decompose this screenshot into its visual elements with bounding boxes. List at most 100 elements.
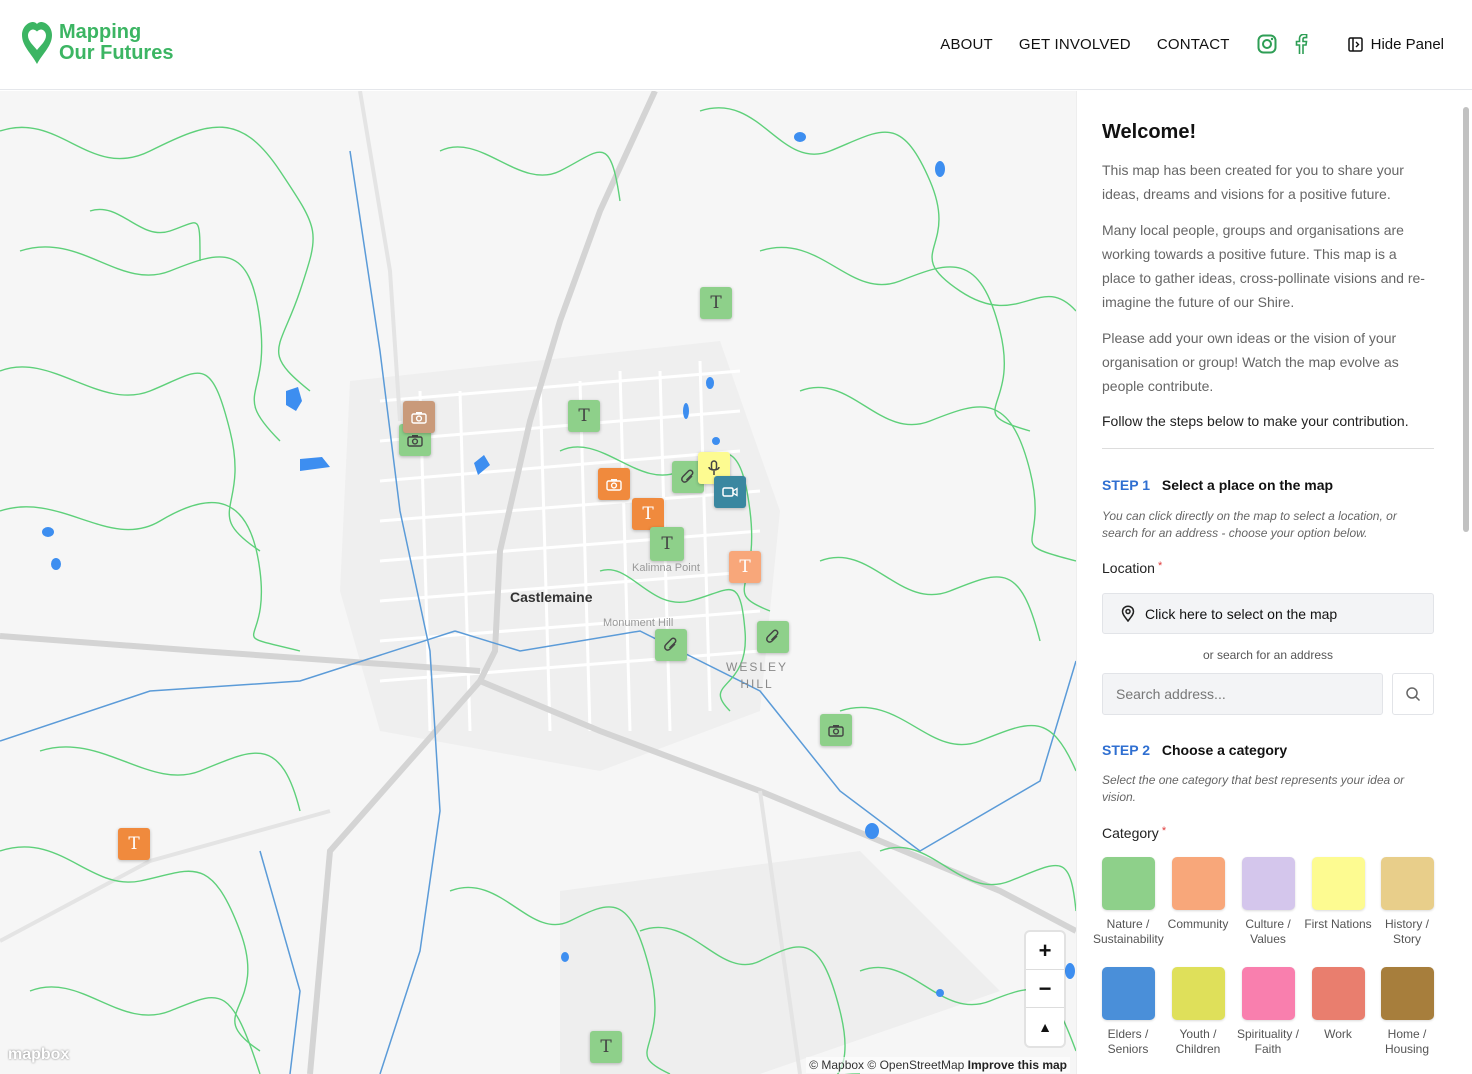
text-marker-icon: T <box>642 504 654 524</box>
map-marker-photo[interactable] <box>403 401 435 433</box>
map-place-label: Kalimna Point <box>632 562 700 574</box>
map-marker-text[interactable]: T <box>650 527 684 561</box>
logo[interactable]: Mapping Our Futures <box>20 20 173 66</box>
attribution-osm-link[interactable]: © OpenStreetMap <box>867 1058 964 1072</box>
category-swatch <box>1241 857 1295 910</box>
step2-hint: Select the one category that best repres… <box>1102 773 1405 804</box>
map-marker-photo[interactable] <box>598 468 630 500</box>
paperclip-icon <box>664 637 677 651</box>
category-first-nations[interactable]: First Nations <box>1303 857 1373 932</box>
map-marker-text[interactable]: T <box>590 1031 622 1063</box>
map-suburb-label: WESLEY HILL <box>726 659 788 693</box>
category-label-text: Youth / Children <box>1175 1027 1221 1056</box>
scrollbar-thumb[interactable] <box>1463 107 1469 532</box>
map-marker-attachment[interactable] <box>655 629 687 661</box>
step1-hint: You can click directly on the map to sel… <box>1102 509 1397 540</box>
category-history-story[interactable]: History / Story <box>1372 857 1442 947</box>
step1-number: STEP 1 <box>1102 477 1150 493</box>
category-swatch <box>1241 967 1295 1020</box>
intro-paragraph-3: Please add your own ideas or the vision … <box>1102 330 1399 394</box>
category-label-text: History / Story <box>1384 917 1429 946</box>
map-marker-text[interactable]: T <box>632 498 664 530</box>
category-youth-children[interactable]: Youth / Children <box>1163 967 1233 1057</box>
category-elders-seniors[interactable]: Elders / Seniors <box>1093 967 1163 1057</box>
text-marker-icon: T <box>710 293 722 313</box>
category-label-text: First Nations <box>1304 917 1372 931</box>
zoom-out-button[interactable]: − <box>1026 970 1064 1008</box>
app-name: Mapping Our Futures <box>59 22 173 64</box>
address-search-button[interactable] <box>1392 673 1434 715</box>
category-swatch <box>1101 857 1155 910</box>
heart-pin-logo-icon <box>22 22 52 64</box>
map-marker-text[interactable]: T <box>729 551 761 583</box>
mapbox-logo[interactable]: mapbox <box>8 1046 69 1064</box>
instagram-icon[interactable] <box>1256 33 1278 55</box>
map-marker-text[interactable]: T <box>118 828 150 860</box>
intro-paragraph-4: Follow the steps below to make your cont… <box>1102 413 1409 429</box>
hide-panel-button[interactable]: Hide Panel <box>1347 35 1444 53</box>
category-swatch <box>1171 857 1225 910</box>
map-attribution: © Mapbox © OpenStreetMap Improve this ma… <box>806 1057 1070 1073</box>
category-swatch <box>1101 967 1155 1020</box>
text-marker-icon: T <box>128 834 140 854</box>
panel-scrollbar[interactable] <box>1462 95 1470 1070</box>
paperclip-icon <box>681 469 694 483</box>
select-on-map-button[interactable]: Click here to select on the map <box>1102 593 1434 634</box>
map-marker-text[interactable]: T <box>700 287 732 319</box>
category-spirituality-faith[interactable]: Spirituality / Faith <box>1233 967 1303 1057</box>
category-nature-sustainability[interactable]: Nature / Sustainability <box>1093 857 1164 947</box>
video-icon <box>722 487 738 497</box>
side-panel: Welcome! This map has been created for y… <box>1076 91 1472 1074</box>
category-work[interactable]: Work <box>1303 967 1373 1042</box>
mapbox-logo-text: mapbox <box>8 1046 70 1063</box>
required-mark: * <box>1161 825 1167 837</box>
zoom-in-button[interactable]: + <box>1026 932 1064 970</box>
category-community[interactable]: Community <box>1163 857 1233 932</box>
category-culture-values[interactable]: Culture / Values <box>1233 857 1303 947</box>
step1-title: Select a place on the map <box>1161 477 1334 493</box>
intro-paragraph-1: This map has been created for you to sha… <box>1102 162 1404 202</box>
divider <box>1102 448 1434 449</box>
category-swatch <box>1380 857 1434 910</box>
address-search-input[interactable] <box>1102 673 1383 715</box>
map-place-label: Monument Hill <box>603 617 674 629</box>
panel-toggle-icon <box>1347 36 1363 52</box>
step2-title: Choose a category <box>1161 742 1288 758</box>
category-label-text: Community <box>1167 917 1229 931</box>
compass-button[interactable]: ▲ <box>1026 1008 1064 1046</box>
attribution-mapbox-link[interactable]: © Mapbox <box>809 1058 864 1072</box>
location-label: Location * <box>1102 560 1162 576</box>
map-marker-video[interactable] <box>714 476 746 508</box>
microphone-icon <box>708 460 720 475</box>
map-marker-text[interactable]: T <box>568 400 600 432</box>
social-links <box>1256 33 1324 55</box>
improve-map-link[interactable]: Improve this map <box>968 1058 1067 1072</box>
map-zoom-controls: + − ▲ <box>1026 932 1064 1046</box>
text-marker-icon: T <box>739 557 751 577</box>
nav-about-link[interactable]: ABOUT <box>940 36 993 53</box>
intro-paragraph-2: Many local people, groups and organisati… <box>1102 222 1425 310</box>
basemap <box>0 91 1076 1074</box>
select-on-map-label: Click here to select on the map <box>1145 605 1338 622</box>
location-label-text: Location <box>1102 560 1155 576</box>
category-label-text: Elders / Seniors <box>1107 1027 1149 1056</box>
category-swatch <box>1311 857 1365 910</box>
camera-icon <box>407 434 423 447</box>
step1-heading: STEP 1 Select a place on the map <box>1102 477 1333 493</box>
map-canvas[interactable]: T T T T T T T Castlemaine Kalimna Point … <box>0 91 1076 1074</box>
map-marker-photo[interactable] <box>820 714 852 746</box>
facebook-icon[interactable] <box>1290 33 1312 55</box>
map-pin-icon <box>1121 605 1135 622</box>
suburb-line1: WESLEY <box>726 660 789 674</box>
nav-get-involved-link[interactable]: GET INVOLVED <box>1019 36 1131 53</box>
category-home-housing[interactable]: Home / Housing <box>1372 967 1442 1057</box>
category-label-text: Spirituality / Faith <box>1236 1027 1300 1056</box>
category-label: Category * <box>1102 825 1166 841</box>
camera-icon <box>828 724 844 737</box>
map-marker-attachment[interactable] <box>757 621 789 653</box>
hide-panel-label: Hide Panel <box>1370 35 1444 53</box>
nav-contact-link[interactable]: CONTACT <box>1157 36 1230 53</box>
category-label-text: Home / Housing <box>1384 1027 1430 1056</box>
welcome-heading: Welcome! <box>1102 121 1197 143</box>
category-swatch <box>1380 967 1434 1020</box>
